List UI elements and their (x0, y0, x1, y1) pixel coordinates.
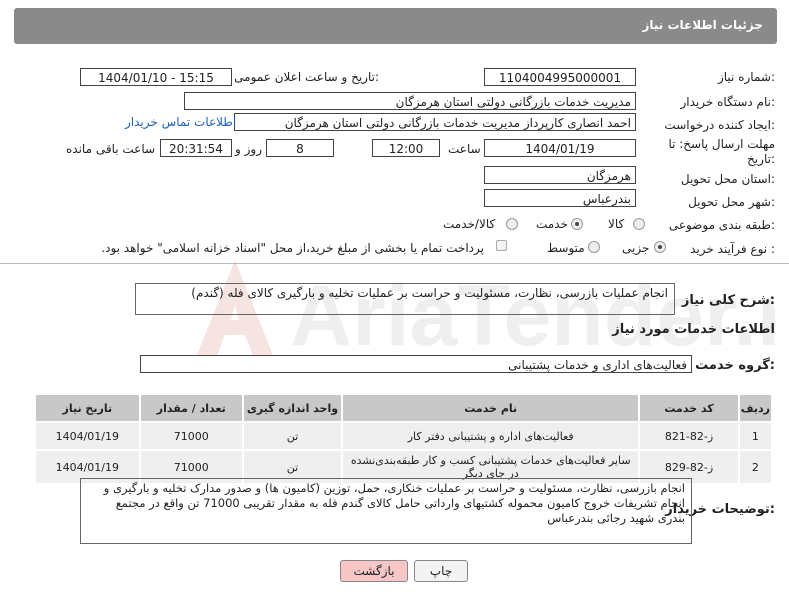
services-table-header: ردیف کد خدمت نام خدمت واحد اندازه گیری ت… (34, 393, 774, 423)
col-quantity: تعداد / مقدار (138, 393, 244, 423)
deadline-label: مهلت ارسال پاسخ: تا (668, 137, 775, 151)
service-group-field: فعالیت‌های اداری و خدمات پشتیبانی (140, 355, 692, 373)
deadline-date-field: 1404/01/19 (484, 139, 636, 157)
need-date: 1404/01/19 (34, 421, 141, 451)
need-number-field: 1104004995000001 (484, 68, 636, 86)
services-table: ردیف کد خدمت نام خدمت واحد اندازه گیری ت… (34, 393, 774, 485)
category-radio-service[interactable] (571, 218, 583, 230)
days-remaining-field: 8 (266, 139, 334, 157)
category-option-goods: کالا (608, 217, 625, 231)
service-code: ز-82-821 (638, 421, 740, 451)
process-radio-minor[interactable] (654, 241, 666, 253)
deadline-date-label: تاریخ: (747, 152, 775, 166)
category-radio-goods-service[interactable] (506, 218, 518, 230)
announce-datetime-field: 1404/01/10 - 15:15 (80, 68, 232, 86)
creator-field: احمد انصاری کارپرداز مدیریت خدمات بازرگا… (234, 113, 636, 131)
buyer-org-label: نام دستگاه خریدار: (680, 95, 776, 109)
col-service-code: کد خدمت (638, 393, 740, 423)
category-label: طبقه بندی موضوعی: (668, 218, 775, 232)
need-number-label: شماره نیاز: (717, 70, 775, 84)
col-unit: واحد اندازه گیری (241, 393, 344, 423)
treasury-payment-checkbox[interactable] (496, 240, 507, 251)
col-service-name: نام خدمت (341, 393, 641, 423)
row-number: 1 (737, 421, 774, 451)
time-remaining-field: 20:31:54 (160, 139, 232, 157)
col-need-date: تاریخ نیاز (34, 393, 141, 423)
back-button[interactable]: بازگشت (340, 560, 408, 582)
category-option-service: خدمت (536, 217, 568, 231)
deadline-time-field: 12:00 (372, 139, 440, 157)
page-title: جزئیات اطلاعات نیاز (642, 18, 763, 32)
province-label: استان محل تحویل: (680, 172, 775, 186)
creator-label: ایجاد کننده درخواست: (664, 118, 775, 132)
table-row: 1 ز-82-821 فعالیت‌های اداره و پشتیبانی د… (34, 421, 774, 451)
city-field: بندرعباس (484, 189, 636, 207)
city-label: شهر محل تحویل: (688, 195, 775, 209)
buyer-notes-field: انجام بازرسی، نظارت، مسئولیت و حراست بر … (80, 478, 692, 544)
print-button[interactable]: چاپ (414, 560, 468, 582)
process-label: نوع فرآیند خرید : (690, 242, 775, 256)
need-description-field: انجام عملیات بازرسی، نظارت، مسئولیت و حر… (135, 283, 675, 315)
divider (0, 263, 789, 264)
announce-datetime-label: تاریخ و ساعت اعلان عمومی: (234, 70, 379, 84)
deadline-time-label: ساعت (448, 142, 481, 156)
buyer-org-field: مدیریت خدمات بازرگانی دولتی استان هرمزگا… (184, 92, 636, 110)
treasury-payment-note: پرداخت تمام یا بخشی از مبلغ خرید،از محل … (101, 241, 484, 255)
process-radio-medium[interactable] (588, 241, 600, 253)
days-label: روز و (235, 142, 262, 156)
process-option-minor: جزیی (622, 241, 650, 255)
service-name: فعالیت‌های اداره و پشتیبانی دفتر کار (341, 421, 641, 451)
province-field: هرمزگان (484, 166, 636, 184)
services-section-title: اطلاعات خدمات مورد نیاز (612, 322, 775, 337)
need-description-label: شرح کلی نیاز: (681, 293, 775, 308)
time-remaining-label: ساعت باقی مانده (66, 142, 156, 156)
unit: تن (241, 421, 344, 451)
row-number: 2 (737, 449, 774, 485)
buyer-contact-link[interactable]: اطلاعات تماس خریدار (125, 115, 236, 129)
process-option-medium: متوسط (547, 241, 585, 255)
quantity: 71000 (138, 421, 244, 451)
service-group-label: گروه خدمت: (695, 358, 775, 373)
category-radio-goods[interactable] (633, 218, 645, 230)
page-header: جزئیات اطلاعات نیاز (14, 8, 777, 44)
col-row: ردیف (737, 393, 774, 423)
category-option-goods-service: کالا/خدمت (443, 217, 496, 231)
